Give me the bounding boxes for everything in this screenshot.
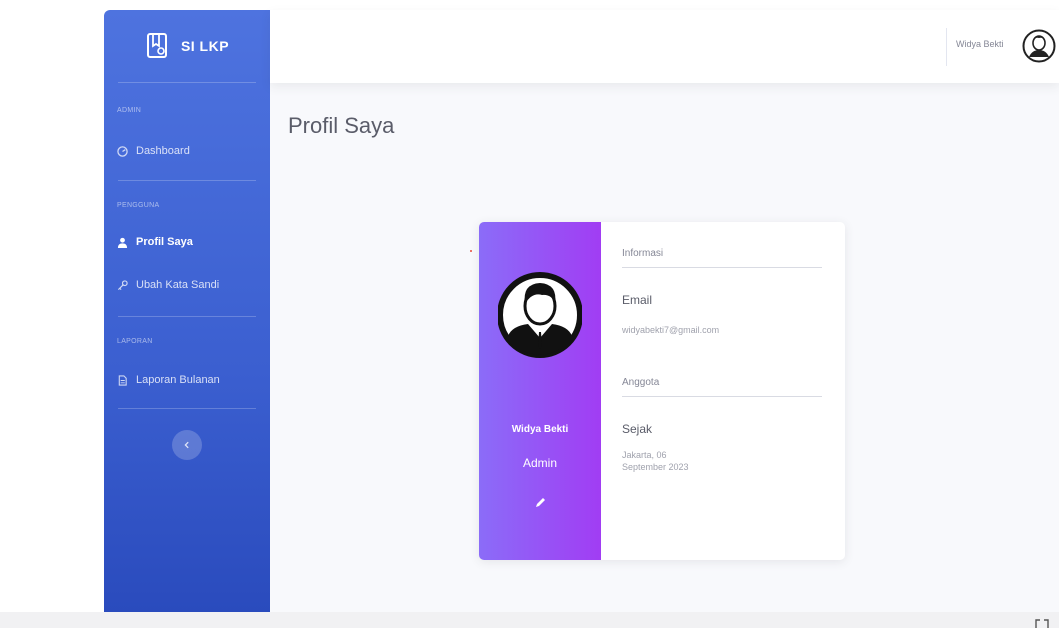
email-value: widyabekti7@gmail.com (622, 325, 720, 335)
sidebar-divider (118, 316, 256, 317)
sidebar: SI LKP ADMIN Dashboard PENGGUNA Profil S… (104, 10, 270, 612)
profile-card: Widya Bekti Admin Informasi Email widyab… (479, 222, 845, 560)
fullscreen-icon[interactable] (1034, 618, 1050, 628)
sidebar-heading-laporan: LAPORAN (117, 338, 153, 345)
profile-details: Informasi Email widyabekti7@gmail.com An… (622, 222, 822, 560)
topbar-divider (946, 28, 947, 66)
file-icon (118, 374, 127, 386)
key-icon (117, 279, 128, 290)
certificate-icon (146, 33, 167, 58)
profile-name: Widya Bekti (511, 424, 569, 435)
sidebar-item-laporan-bulanan[interactable]: Laporan Bulanan (104, 367, 270, 393)
user-icon (117, 237, 128, 248)
user-avatar-icon[interactable] (1022, 29, 1056, 63)
sidebar-item-ubah-kata-sandi[interactable]: Ubah Kata Sandi (104, 272, 270, 298)
profile-role: Admin (522, 456, 557, 470)
sidebar-item-dashboard[interactable]: Dashboard (104, 138, 270, 164)
sidebar-item-label: Ubah Kata Sandi (136, 279, 220, 291)
sidebar-divider (118, 180, 256, 181)
brand-name: SI LKP (180, 38, 230, 54)
sidebar-divider (118, 82, 256, 83)
sidebar-item-profil-saya[interactable]: Profil Saya (104, 229, 270, 255)
since-label: Sejak (622, 422, 653, 436)
profile-card-header: Widya Bekti Admin (479, 222, 601, 560)
page-title: Profil Saya (288, 113, 395, 138)
sidebar-divider (118, 408, 256, 409)
profile-avatar-icon (498, 272, 582, 358)
gauge-icon (117, 145, 128, 157)
section-anggota: Anggota (622, 377, 822, 397)
brand[interactable]: SI LKP (104, 10, 270, 82)
sidebar-item-label: Laporan Bulanan (136, 374, 220, 386)
sidebar-item-label: Dashboard (136, 145, 190, 157)
since-value-line2: September 2023 (622, 462, 689, 472)
email-label: Email (622, 293, 653, 307)
section-informasi: Informasi (622, 248, 822, 268)
sidebar-toggle-button[interactable] (172, 430, 202, 460)
main-content: Widya Bekti Profil Saya Widya Bekti Admi… (270, 10, 1059, 612)
topbar-user-name[interactable]: Widya Bekti (956, 39, 1004, 49)
sidebar-heading-pengguna: PENGGUNA (117, 202, 160, 209)
pencil-icon[interactable] (533, 496, 547, 510)
chevron-left-icon (184, 441, 189, 449)
topbar: Widya Bekti (270, 10, 1059, 83)
sidebar-heading-admin: ADMIN (117, 107, 142, 114)
stray-dot (470, 250, 472, 252)
sidebar-item-label: Profil Saya (136, 236, 193, 248)
bottom-bar (0, 612, 1059, 628)
since-value-line1: Jakarta, 06 (622, 450, 667, 460)
